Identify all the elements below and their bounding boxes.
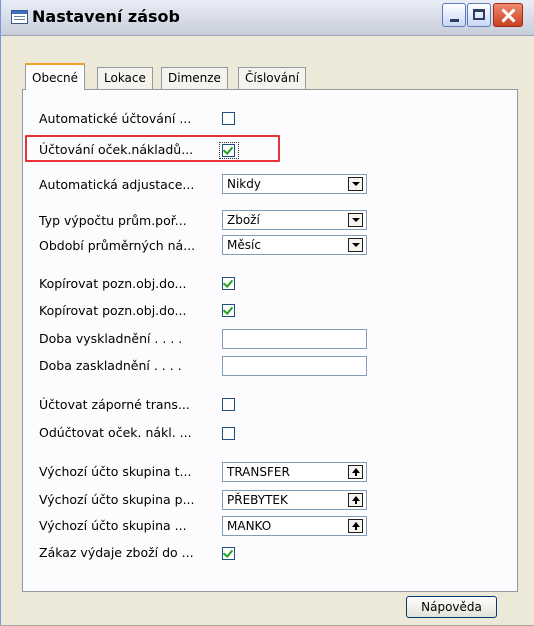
lookup-transfer-group[interactable]: TRANSFER	[222, 462, 367, 482]
lookup-value: TRANSFER	[227, 465, 290, 479]
lookup-shortage-group[interactable]: MANKO	[222, 516, 367, 536]
tab-dimenze[interactable]: Dimenze	[161, 67, 228, 89]
check-icon	[222, 304, 234, 315]
select-value: Měsíc	[227, 238, 261, 252]
input-inbound-time[interactable]	[222, 356, 367, 376]
dropdown-button[interactable]	[348, 177, 363, 191]
dropdown-button[interactable]	[348, 213, 363, 227]
arrow-up-icon	[352, 496, 360, 504]
field-label: Doba zaskladnění . . . .	[39, 358, 182, 373]
close-button[interactable]	[493, 3, 523, 27]
field-label: Výchozí účto skupina t...	[39, 464, 192, 479]
dropdown-button[interactable]	[348, 238, 363, 252]
select-auto-adjust[interactable]: Nikdy	[222, 174, 367, 194]
field-label: Doba vyskladnění . . . .	[39, 331, 183, 346]
field-label: Kopírovat pozn.obj.do...	[39, 276, 187, 291]
field-label: Typ výpočtu prům.poř...	[39, 213, 187, 228]
lookup-value: PŘEBYTEK	[227, 493, 288, 507]
red-highlight-box	[25, 135, 280, 162]
chevron-down-icon	[352, 243, 360, 247]
field-label: Kopírovat pozn.obj.do...	[39, 303, 187, 318]
tab-obecne[interactable]: Obecné	[25, 63, 86, 90]
select-average-cost-type[interactable]: Zboží	[222, 210, 367, 230]
form-icon	[11, 10, 28, 24]
field-label: Zákaz výdaje zboží do ...	[39, 545, 194, 560]
checkbox-copy-comments-1[interactable]	[222, 277, 235, 290]
field-label: Účtovat záporné trans...	[39, 397, 190, 412]
lookup-button[interactable]	[348, 465, 363, 479]
chevron-down-icon	[352, 182, 360, 186]
minimize-button[interactable]	[442, 3, 466, 27]
field-label: Období průměrných ná...	[39, 238, 196, 253]
title-bar[interactable]: Nastavení zásob	[1, 0, 534, 36]
check-icon	[222, 547, 234, 558]
lookup-button[interactable]	[348, 519, 363, 533]
input-outbound-time[interactable]	[222, 329, 367, 349]
field-label: Automatická adjustace...	[39, 177, 195, 192]
checkbox-unpost-expected[interactable]	[222, 427, 235, 440]
chevron-down-icon	[352, 218, 360, 222]
select-average-period[interactable]: Měsíc	[222, 235, 367, 255]
checkbox-prevent-negative-stock[interactable]	[222, 547, 235, 560]
arrow-up-icon	[352, 468, 360, 476]
check-icon	[222, 277, 234, 288]
help-button[interactable]: Nápověda	[406, 596, 497, 618]
checkbox-post-negative[interactable]	[222, 398, 235, 411]
tab-cislovani[interactable]: Číslování	[238, 67, 307, 89]
arrow-up-icon	[352, 522, 360, 530]
field-label: Odúčtovat oček. nákl. ...	[39, 425, 192, 440]
field-label: Automatické účtování ...	[39, 111, 192, 126]
checkbox-copy-comments-2[interactable]	[222, 304, 235, 317]
select-value: Nikdy	[227, 177, 261, 191]
tab-lokace[interactable]: Lokace	[97, 67, 153, 89]
lookup-surplus-group[interactable]: PŘEBYTEK	[222, 490, 367, 510]
lookup-value: MANKO	[227, 519, 272, 533]
maximize-button[interactable]	[467, 3, 491, 27]
checkbox-auto-posting[interactable]	[222, 112, 235, 125]
settings-window: Nastavení zásob Obecné Lokace Dimenze Čí…	[0, 0, 534, 626]
window-title: Nastavení zásob	[32, 7, 180, 26]
field-label: Výchozí účto skupina p...	[39, 492, 195, 507]
lookup-button[interactable]	[348, 493, 363, 507]
select-value: Zboží	[227, 213, 260, 227]
field-label: Výchozí účto skupina ...	[39, 518, 187, 533]
